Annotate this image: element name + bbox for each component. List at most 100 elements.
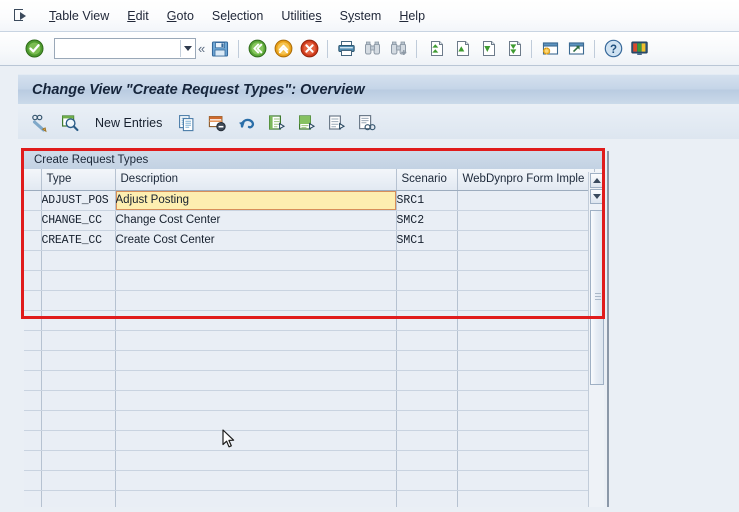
cell-type[interactable] xyxy=(41,490,116,507)
cell-webdynpro[interactable] xyxy=(457,450,595,471)
undo-button[interactable] xyxy=(233,110,261,136)
create-shortcut-button[interactable] xyxy=(564,37,588,61)
table-row[interactable]: ADJUST_POS Adjust Posting SRC1 xyxy=(24,190,604,211)
cell-description[interactable] xyxy=(115,330,397,351)
table-row-empty[interactable] xyxy=(24,430,604,451)
command-dropdown-button[interactable] xyxy=(179,40,195,57)
table-row-empty[interactable] xyxy=(24,490,604,507)
cell-description[interactable] xyxy=(115,270,397,291)
row-selector[interactable] xyxy=(24,210,42,231)
command-input[interactable] xyxy=(55,41,180,56)
select-all-button[interactable] xyxy=(263,110,291,136)
cell-webdynpro[interactable] xyxy=(457,210,595,231)
row-selector[interactable] xyxy=(24,230,42,251)
cell-type[interactable] xyxy=(41,330,116,351)
cell-scenario[interactable]: SMC1 xyxy=(396,230,458,251)
cell-description[interactable]: Adjust Posting xyxy=(115,190,397,211)
row-selector[interactable] xyxy=(24,450,42,471)
cell-description[interactable] xyxy=(115,410,397,431)
menu-item-edit[interactable]: Edit xyxy=(118,7,158,25)
cell-webdynpro[interactable] xyxy=(457,290,595,311)
table-row[interactable]: CREATE_CC Create Cost Center SMC1 xyxy=(24,230,604,251)
cell-scenario[interactable]: SRC1 xyxy=(396,190,458,211)
cancel-button[interactable] xyxy=(297,37,321,61)
details-button[interactable] xyxy=(353,110,381,136)
table-row-empty[interactable] xyxy=(24,290,604,311)
table-row-empty[interactable] xyxy=(24,350,604,371)
table-row-empty[interactable] xyxy=(24,310,604,331)
select-all-column-header[interactable] xyxy=(24,169,42,191)
cell-description[interactable] xyxy=(115,290,397,311)
cell-scenario[interactable] xyxy=(396,430,458,451)
cell-scenario[interactable]: SMC2 xyxy=(396,210,458,231)
enter-button[interactable] xyxy=(22,37,46,61)
cell-type[interactable] xyxy=(41,270,116,291)
cell-description[interactable] xyxy=(115,490,397,507)
scrollbar-thumb[interactable] xyxy=(590,210,604,385)
exit-arrow-icon[interactable] xyxy=(14,8,30,23)
cell-scenario[interactable] xyxy=(396,370,458,391)
command-field[interactable] xyxy=(54,38,196,59)
table-row[interactable]: CHANGE_CC Change Cost Center SMC2 xyxy=(24,210,604,231)
cell-webdynpro[interactable] xyxy=(457,430,595,451)
cell-scenario[interactable] xyxy=(396,410,458,431)
save-button[interactable] xyxy=(208,37,232,61)
column-header-type[interactable]: Type xyxy=(41,169,116,191)
cell-type[interactable] xyxy=(41,450,116,471)
check-entries-button[interactable] xyxy=(56,110,84,136)
cell-webdynpro[interactable] xyxy=(457,490,595,507)
table-row-empty[interactable] xyxy=(24,390,604,411)
scroll-up-button[interactable] xyxy=(590,173,604,188)
cell-type[interactable] xyxy=(41,310,116,331)
cell-description[interactable]: Create Cost Center xyxy=(115,230,397,251)
cell-type[interactable] xyxy=(41,410,116,431)
cell-type[interactable] xyxy=(41,470,116,491)
cell-type[interactable]: ADJUST_POS xyxy=(41,190,116,211)
cell-webdynpro[interactable] xyxy=(457,370,595,391)
cell-type[interactable] xyxy=(41,370,116,391)
cell-scenario[interactable] xyxy=(396,390,458,411)
column-header-description[interactable]: Description xyxy=(115,169,397,191)
copy-as-button[interactable] xyxy=(173,110,201,136)
cell-description[interactable] xyxy=(115,450,397,471)
row-selector[interactable] xyxy=(24,390,42,411)
column-header-webdynpro[interactable]: WebDynpro Form Imple xyxy=(457,169,595,191)
delete-button[interactable] xyxy=(203,110,231,136)
cell-webdynpro[interactable] xyxy=(457,330,595,351)
cell-description[interactable] xyxy=(115,370,397,391)
cell-scenario[interactable] xyxy=(396,270,458,291)
cell-type[interactable]: CHANGE_CC xyxy=(41,210,116,231)
first-page-button[interactable] xyxy=(423,37,447,61)
create-session-button[interactable] xyxy=(538,37,562,61)
cell-webdynpro[interactable] xyxy=(457,350,595,371)
previous-page-button[interactable] xyxy=(449,37,473,61)
cell-type[interactable] xyxy=(41,250,116,271)
row-selector[interactable] xyxy=(24,190,42,211)
menu-item-selection[interactable]: Selection xyxy=(203,7,272,25)
cell-scenario[interactable] xyxy=(396,350,458,371)
find-next-button[interactable] xyxy=(386,37,410,61)
table-row-empty[interactable] xyxy=(24,470,604,491)
cell-webdynpro[interactable] xyxy=(457,190,595,211)
menu-item-utilities[interactable]: Utilities xyxy=(272,7,330,25)
cell-webdynpro[interactable] xyxy=(457,390,595,411)
cell-scenario[interactable] xyxy=(396,290,458,311)
cell-description[interactable] xyxy=(115,390,397,411)
cell-description[interactable]: Change Cost Center xyxy=(115,210,397,231)
print-button[interactable] xyxy=(334,37,358,61)
row-selector[interactable] xyxy=(24,310,42,331)
cell-type[interactable] xyxy=(41,430,116,451)
exit-button[interactable] xyxy=(271,37,295,61)
menu-item-goto[interactable]: Goto xyxy=(158,7,203,25)
cell-webdynpro[interactable] xyxy=(457,470,595,491)
help-button[interactable]: ? xyxy=(601,37,625,61)
row-selector[interactable] xyxy=(24,250,42,271)
last-page-button[interactable] xyxy=(501,37,525,61)
row-selector[interactable] xyxy=(24,470,42,491)
cell-type[interactable] xyxy=(41,390,116,411)
cell-scenario[interactable] xyxy=(396,470,458,491)
scroll-down-button[interactable] xyxy=(590,189,604,204)
display-change-button[interactable] xyxy=(26,110,54,136)
cell-description[interactable] xyxy=(115,470,397,491)
cell-webdynpro[interactable] xyxy=(457,270,595,291)
